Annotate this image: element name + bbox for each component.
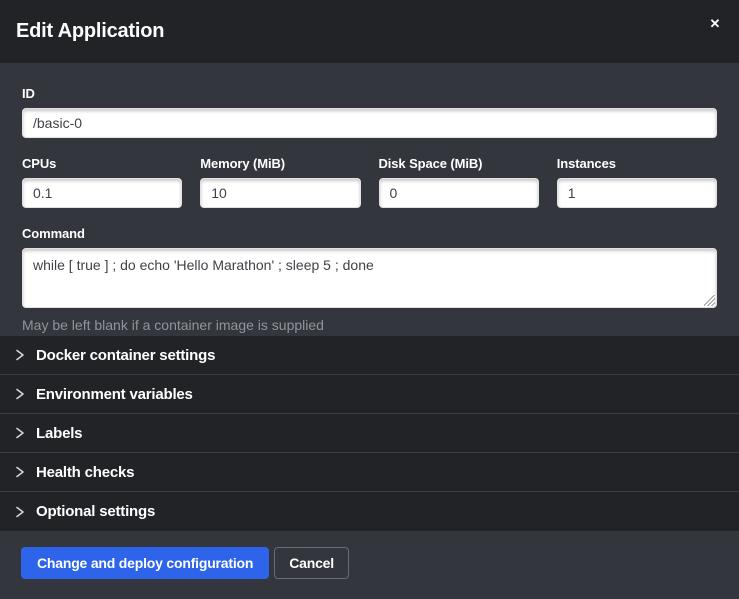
chevron-right-icon [15,349,25,361]
chevron-right-icon [15,466,25,478]
section-label: Health checks [36,464,134,481]
section-label: Labels [36,425,82,442]
memory-label: Memory (MiB) [200,156,360,171]
command-help-text: May be left blank if a container image i… [22,317,717,333]
disk-space-field-group: Disk Space (MiB) [379,156,539,208]
resources-row: CPUs Memory (MiB) Disk Space (MiB) Insta… [22,156,717,208]
id-field-group: ID [22,86,717,138]
cancel-button[interactable]: Cancel [274,547,349,579]
modal-title: Edit Application [16,20,164,43]
cpus-label: CPUs [22,156,182,171]
disk-space-input[interactable] [379,178,539,208]
section-label: Optional settings [36,503,155,520]
section-label: Environment variables [36,386,193,403]
instances-field-group: Instances [557,156,717,208]
change-and-deploy-button[interactable]: Change and deploy configuration [21,547,269,579]
modal-header: Edit Application ✕ [0,0,739,63]
section-optional-settings[interactable]: Optional settings [0,492,739,531]
command-textarea[interactable]: while [ true ] ; do echo 'Hello Marathon… [22,248,717,308]
section-labels[interactable]: Labels [0,414,739,453]
memory-field-group: Memory (MiB) [200,156,360,208]
disk-space-label: Disk Space (MiB) [379,156,539,171]
id-label: ID [22,86,717,101]
accordion-sections: Docker container settings Environment va… [0,336,739,531]
modal-body: ID CPUs Memory (MiB) Disk Space (MiB) In… [0,63,739,336]
command-label: Command [22,226,717,241]
command-textarea-wrap: while [ true ] ; do echo 'Hello Marathon… [22,248,717,308]
section-label: Docker container settings [36,347,215,364]
cpus-field-group: CPUs [22,156,182,208]
section-health-checks[interactable]: Health checks [0,453,739,492]
chevron-right-icon [15,388,25,400]
command-field-group: Command while [ true ] ; do echo 'Hello … [22,226,717,333]
instances-label: Instances [557,156,717,171]
cpus-input[interactable] [22,178,182,208]
edit-application-modal: Edit Application ✕ ID CPUs Memory (MiB) … [0,0,739,599]
chevron-right-icon [15,427,25,439]
close-icon[interactable]: ✕ [706,15,724,33]
modal-footer: Change and deploy configuration Cancel [0,531,739,599]
id-input[interactable] [22,108,717,138]
chevron-right-icon [15,506,25,518]
memory-input[interactable] [200,178,360,208]
section-environment-variables[interactable]: Environment variables [0,375,739,414]
section-docker-container-settings[interactable]: Docker container settings [0,336,739,375]
instances-input[interactable] [557,178,717,208]
